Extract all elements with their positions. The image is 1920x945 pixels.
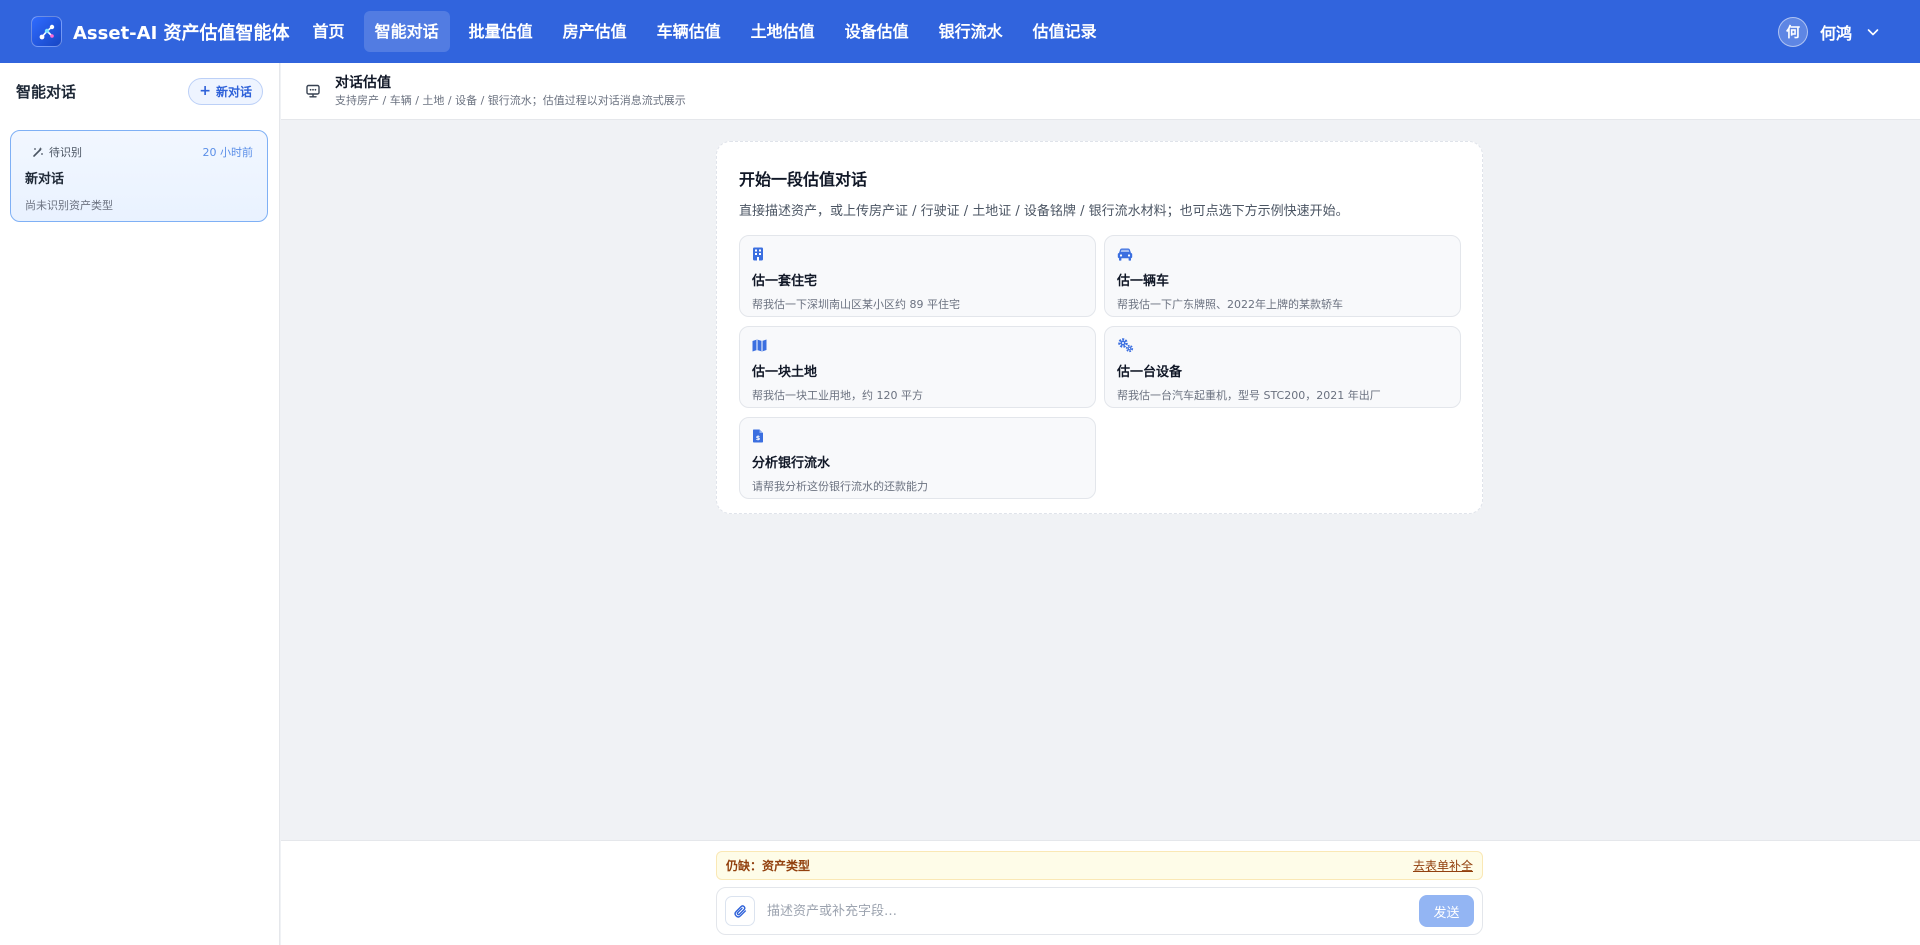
main-nav: 首页 智能对话 批量估值 房产估值 车辆估值 土地估值 设备估值 银行流水 估值…	[302, 0, 1116, 63]
plus-icon: +	[199, 83, 211, 99]
example-title: 估一套住宅	[752, 274, 818, 289]
nav-item-property-valuation[interactable]: 房产估值	[552, 11, 638, 52]
conversation-title: 新对话	[25, 172, 65, 187]
conversation-item[interactable]: 待识别 20 小时前 新对话 尚未识别资产类型	[10, 130, 268, 222]
page-title: 对话估值	[335, 74, 391, 91]
example-desc: 帮我估一下广东牌照、2022年上牌的某款轿车	[1117, 298, 1343, 311]
map-icon	[752, 337, 1083, 353]
nav-item-vehicle-valuation[interactable]: 车辆估值	[646, 11, 732, 52]
example-title: 估一块土地	[752, 365, 818, 380]
paperclip-icon	[733, 904, 746, 918]
user-menu[interactable]: 何 何鸿	[1777, 0, 1880, 63]
conversation-status-label: 待识别	[49, 146, 82, 159]
new-chat-label: 新对话	[215, 84, 252, 99]
example-desc: 帮我估一下深圳南山区某小区约 89 平住宅	[752, 298, 960, 311]
nav-item-smart-chat[interactable]: 智能对话	[363, 11, 450, 52]
start-conversation-card: 开始一段估值对话 直接描述资产，或上传房产证 / 行驶证 / 土地证 / 设备铭…	[716, 141, 1483, 514]
sidebar: 智能对话 + 新对话 待识别 20 小时前 新对话 尚未识别资产类型	[0, 63, 280, 945]
example-grid: 估一套住宅 帮我估一下深圳南山区某小区约 89 平住宅 估一辆车 帮我估一下广东…	[739, 235, 1461, 499]
example-desc: 请帮我分析这份银行流水的还款能力	[752, 480, 928, 493]
brand[interactable]: Asset-AI 资产估值智能体	[31, 16, 290, 47]
start-description: 直接描述资产，或上传房产证 / 行驶证 / 土地证 / 设备铭牌 / 银行流水材…	[739, 204, 1349, 219]
avatar[interactable]: 何	[1777, 16, 1808, 47]
send-button[interactable]: 发送	[1419, 895, 1474, 927]
nav-item-equipment-valuation[interactable]: 设备估值	[834, 11, 920, 52]
page-subtitle: 支持房产 / 车辆 / 土地 / 设备 / 银行流水；估值过程以对话消息流式展示	[335, 93, 686, 107]
example-bank-statement[interactable]: $ 分析银行流水 请帮我分析这份银行流水的还款能力	[739, 417, 1096, 499]
missing-fields-bar: 仍缺：资产类型 去表单补全	[716, 851, 1483, 880]
message-input[interactable]	[767, 896, 1419, 926]
nav-item-bank-statement[interactable]: 银行流水	[928, 11, 1014, 52]
main-header: 对话估值 支持房产 / 车辆 / 土地 / 设备 / 银行流水；估值过程以对话消…	[281, 63, 1920, 120]
conversation-status: 待识别	[25, 144, 82, 160]
example-house[interactable]: 估一套住宅 帮我估一下深圳南山区某小区约 89 平住宅	[739, 235, 1096, 317]
conversation-subtitle: 尚未识别资产类型	[25, 199, 113, 212]
conversation-time: 20 小时前	[202, 146, 254, 159]
brand-name: Asset-AI 资产估值智能体	[73, 22, 290, 44]
sidebar-title: 智能对话	[16, 82, 77, 101]
missing-fields-text: 仍缺：资产类型	[726, 859, 811, 873]
chevron-down-icon[interactable]	[1866, 25, 1880, 39]
example-land[interactable]: 估一块土地 帮我估一块工业用地，约 120 平方	[739, 326, 1096, 408]
example-desc: 帮我估一台汽车起重机，型号 STC200，2021 年出厂	[1117, 389, 1381, 402]
top-navbar: Asset-AI 资产估值智能体 首页 智能对话 批量估值 房产估值 车辆估值 …	[0, 0, 1920, 63]
composer-area: 仍缺：资产类型 去表单补全 发送	[281, 840, 1920, 945]
gears-icon	[1117, 337, 1448, 353]
svg-text:$: $	[756, 434, 761, 442]
example-title: 估一台设备	[1117, 365, 1183, 380]
nav-item-land-valuation[interactable]: 土地估值	[740, 11, 826, 52]
magic-wand-icon	[33, 147, 43, 157]
invoice-icon: $	[752, 428, 1083, 444]
example-title: 估一辆车	[1117, 274, 1170, 289]
example-equipment[interactable]: 估一台设备 帮我估一台汽车起重机，型号 STC200，2021 年出厂	[1104, 326, 1461, 408]
fill-form-link[interactable]: 去表单补全	[1413, 857, 1473, 874]
building-icon	[752, 246, 1083, 262]
example-desc: 帮我估一块工业用地，约 120 平方	[752, 389, 923, 402]
start-title: 开始一段估值对话	[739, 170, 868, 189]
user-name[interactable]: 何鸿	[1820, 20, 1852, 44]
car-icon	[1117, 246, 1448, 262]
chat-monitor-icon	[305, 83, 321, 99]
nav-item-batch-valuation[interactable]: 批量估值	[458, 11, 544, 52]
network-nodes-icon	[31, 16, 62, 47]
sidebar-header: 智能对话 + 新对话	[0, 63, 279, 119]
example-car[interactable]: 估一辆车 帮我估一下广东牌照、2022年上牌的某款轿车	[1104, 235, 1461, 317]
message-composer: 发送	[716, 887, 1483, 935]
new-chat-button[interactable]: + 新对话	[188, 77, 263, 105]
nav-item-home[interactable]: 首页	[302, 11, 356, 52]
nav-item-valuation-records[interactable]: 估值记录	[1022, 11, 1108, 52]
attach-button[interactable]	[725, 896, 755, 926]
example-title: 分析银行流水	[752, 456, 831, 471]
